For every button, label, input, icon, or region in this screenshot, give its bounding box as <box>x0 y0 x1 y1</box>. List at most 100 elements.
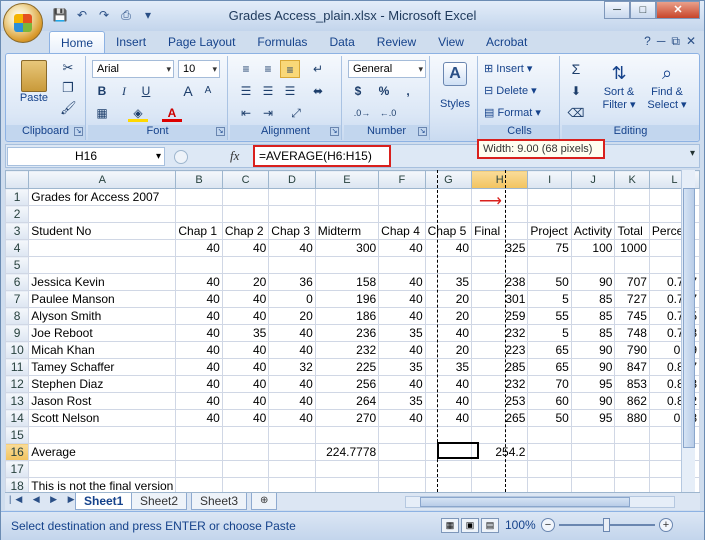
row-header[interactable]: 2 <box>5 205 30 223</box>
cell-J7[interactable]: 85 <box>570 290 616 308</box>
cell-A8[interactable]: Alyson Smith <box>28 307 177 325</box>
cell-F17[interactable] <box>378 460 426 478</box>
help-icon[interactable]: ? <box>644 34 651 49</box>
cell-I1[interactable] <box>527 188 572 206</box>
dialog-launcher-icon[interactable]: ↘ <box>330 127 339 136</box>
cell-K10[interactable]: 790 <box>614 341 650 359</box>
name-box[interactable]: H16 <box>7 147 165 166</box>
cell-D15[interactable] <box>268 426 316 444</box>
autosum-button[interactable]: Σ <box>566 60 586 78</box>
column-header-B[interactable]: B <box>175 170 223 189</box>
column-header-D[interactable]: D <box>268 170 316 189</box>
cell-G2[interactable] <box>424 205 473 223</box>
cell-F7[interactable]: 40 <box>378 290 426 308</box>
cell-C15[interactable] <box>221 426 270 444</box>
cell-C3[interactable]: Chap 2 <box>221 222 270 240</box>
row-header[interactable]: 14 <box>5 409 30 427</box>
cell-K8[interactable]: 745 <box>614 307 650 325</box>
cell-C1[interactable] <box>221 188 270 206</box>
insert-function-button[interactable]: fx <box>230 148 239 164</box>
select-all-corner[interactable] <box>5 170 30 189</box>
cell-D12[interactable]: 40 <box>268 375 316 393</box>
decrease-decimal-icon[interactable]: ←.0 <box>378 104 398 122</box>
decrease-indent-icon[interactable]: ⇤ <box>236 104 256 122</box>
cell-E15[interactable] <box>314 426 380 444</box>
cell-J14[interactable]: 95 <box>570 409 616 427</box>
row-header[interactable]: 18 <box>5 477 30 492</box>
cell-E11[interactable]: 225 <box>314 358 380 376</box>
cell-I2[interactable] <box>527 205 572 223</box>
row-header[interactable]: 1 <box>5 188 30 206</box>
zoom-knob[interactable] <box>603 518 610 532</box>
row-header[interactable]: 7 <box>5 290 30 308</box>
cell-D2[interactable] <box>268 205 316 223</box>
number-format-select[interactable]: General <box>348 60 426 78</box>
cell-A13[interactable]: Jason Rost <box>28 392 177 410</box>
cell-A3[interactable]: Student No <box>28 222 177 240</box>
cell-B10[interactable]: 40 <box>175 341 223 359</box>
cell-C10[interactable]: 40 <box>221 341 270 359</box>
cell-F14[interactable]: 40 <box>378 409 426 427</box>
cell-A18[interactable]: This is not the final version <box>28 477 177 492</box>
cell-B8[interactable]: 40 <box>175 307 223 325</box>
cell-B3[interactable]: Chap 1 <box>175 222 223 240</box>
cell-D10[interactable]: 40 <box>268 341 316 359</box>
paste-button[interactable]: Paste <box>14 60 54 104</box>
cell-E17[interactable] <box>314 460 380 478</box>
office-button[interactable] <box>3 3 43 43</box>
cell-D4[interactable]: 40 <box>268 239 316 257</box>
ribbon-minimize-button[interactable]: ─ <box>657 34 666 49</box>
cell-I6[interactable]: 50 <box>527 273 572 291</box>
row-header[interactable]: 5 <box>5 256 30 274</box>
cell-G18[interactable] <box>424 477 473 492</box>
increase-decimal-icon[interactable]: .0→ <box>352 104 372 122</box>
zoom-slider[interactable]: − + <box>541 516 679 536</box>
tab-view[interactable]: View <box>427 31 475 53</box>
bold-button[interactable]: B <box>92 82 112 100</box>
row-header[interactable]: 17 <box>5 460 30 478</box>
cell-D6[interactable]: 36 <box>268 273 316 291</box>
align-right-icon[interactable]: ☰ <box>280 82 300 100</box>
cell-B14[interactable]: 40 <box>175 409 223 427</box>
cell-G15[interactable] <box>424 426 473 444</box>
cell-A16[interactable]: Average <box>28 443 177 461</box>
cell-C2[interactable] <box>221 205 270 223</box>
column-header-F[interactable]: F <box>378 170 426 189</box>
cell-D9[interactable]: 40 <box>268 324 316 342</box>
cell-C12[interactable]: 40 <box>221 375 270 393</box>
cell-C5[interactable] <box>221 256 270 274</box>
cell-J6[interactable]: 90 <box>570 273 616 291</box>
cell-H9[interactable]: 232 <box>471 324 529 342</box>
cell-F12[interactable]: 40 <box>378 375 426 393</box>
cell-J5[interactable] <box>570 256 616 274</box>
horizontal-scroll-thumb[interactable] <box>420 497 630 507</box>
cell-A11[interactable]: Tamey Schaffer <box>28 358 177 376</box>
wrap-text-icon[interactable]: ↵ <box>308 60 328 78</box>
cell-E14[interactable]: 270 <box>314 409 380 427</box>
cell-H8[interactable]: 259 <box>471 307 529 325</box>
cell-A15[interactable] <box>28 426 177 444</box>
cell-K15[interactable] <box>614 426 650 444</box>
zoom-level[interactable]: 100% <box>505 518 536 532</box>
maximize-button[interactable]: □ <box>630 1 656 19</box>
cell-C13[interactable]: 40 <box>221 392 270 410</box>
row-header[interactable]: 11 <box>5 358 30 376</box>
cell-B9[interactable]: 40 <box>175 324 223 342</box>
cell-E4[interactable]: 300 <box>314 239 380 257</box>
cell-K9[interactable]: 748 <box>614 324 650 342</box>
cell-J17[interactable] <box>570 460 616 478</box>
cell-I4[interactable]: 75 <box>527 239 572 257</box>
cell-K16[interactable] <box>614 443 650 461</box>
cell-A17[interactable] <box>28 460 177 478</box>
cell-D18[interactable] <box>268 477 316 492</box>
cell-F10[interactable]: 40 <box>378 341 426 359</box>
cell-D1[interactable] <box>268 188 316 206</box>
cell-G17[interactable] <box>424 460 473 478</box>
cell-E7[interactable]: 196 <box>314 290 380 308</box>
cell-A6[interactable]: Jessica Kevin <box>28 273 177 291</box>
cell-G13[interactable]: 40 <box>424 392 473 410</box>
cell-B12[interactable]: 40 <box>175 375 223 393</box>
cell-B7[interactable]: 40 <box>175 290 223 308</box>
cell-J10[interactable]: 90 <box>570 341 616 359</box>
cell-H16[interactable]: 254.2 <box>471 443 529 461</box>
